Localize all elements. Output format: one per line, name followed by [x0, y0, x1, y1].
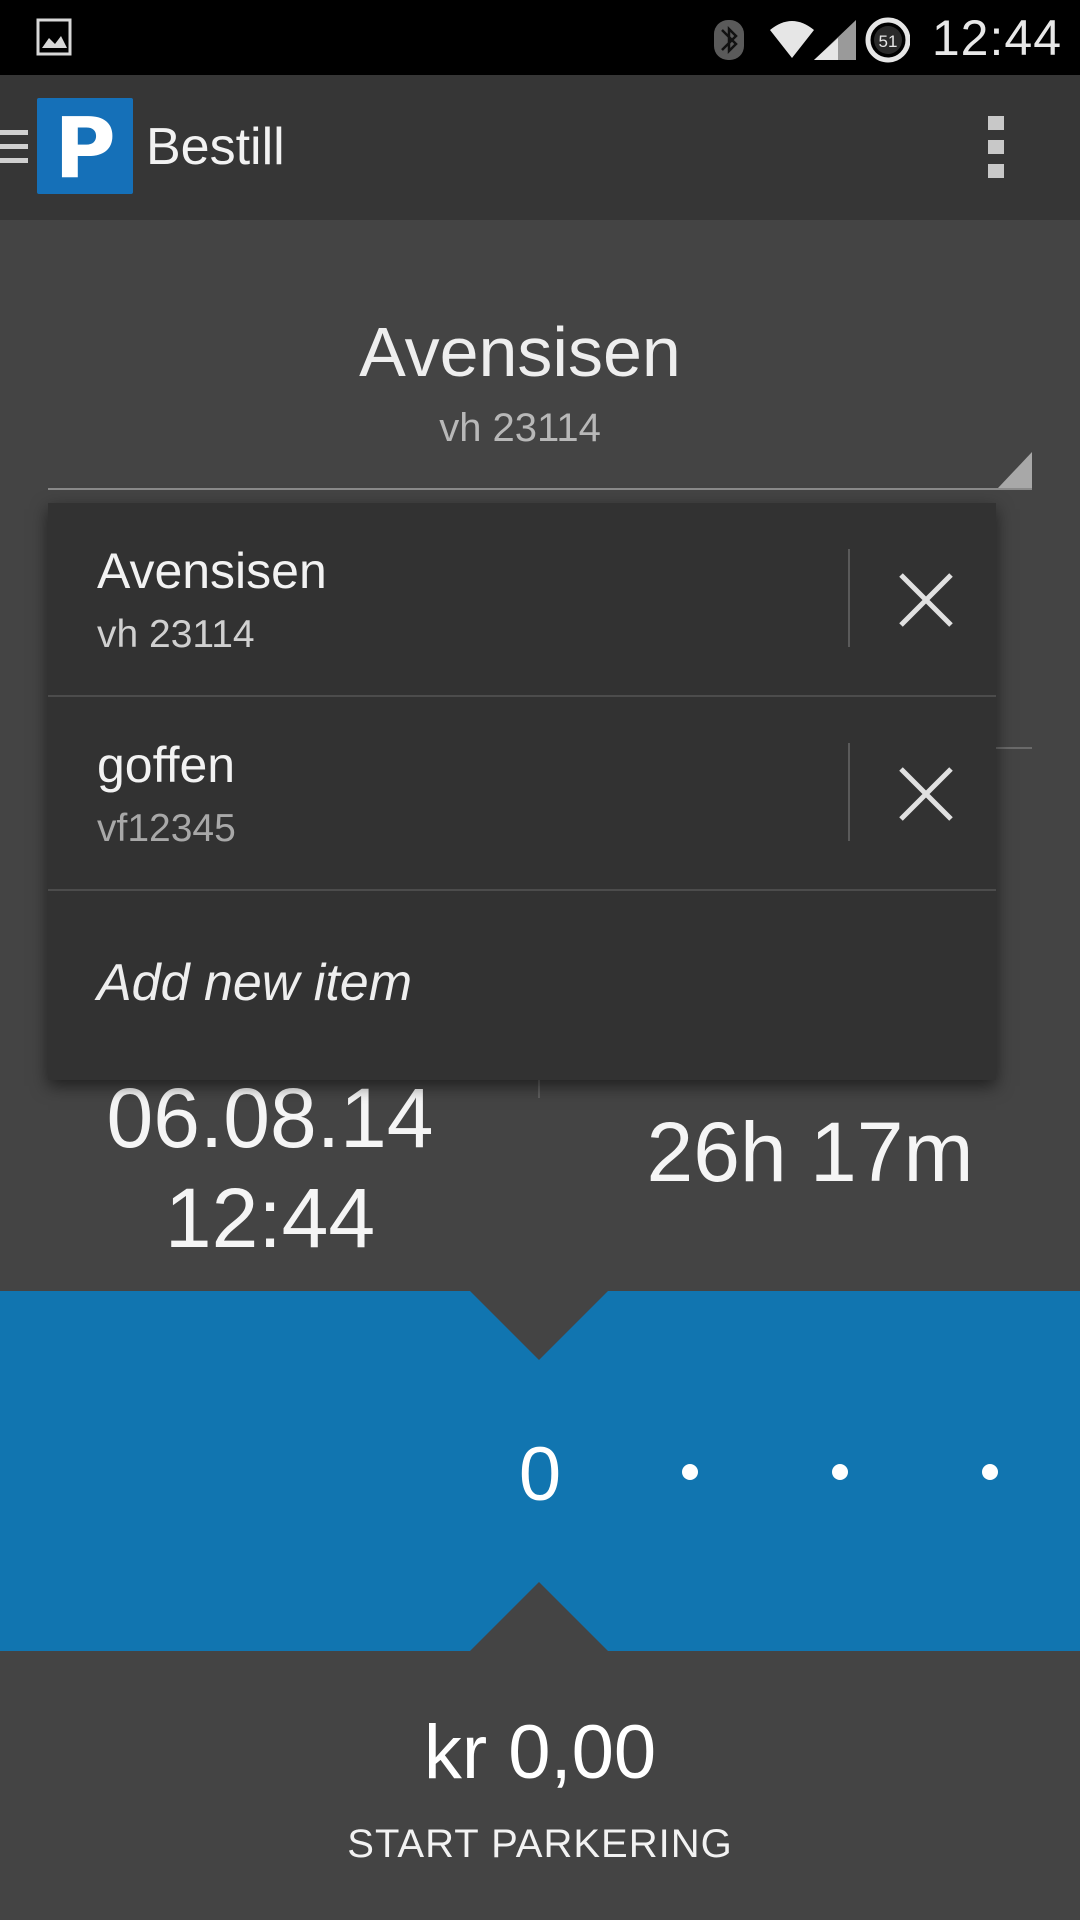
selector-value: 0: [518, 1432, 562, 1517]
image-notification-icon: [36, 18, 72, 56]
selector-dot: [682, 1464, 698, 1480]
vehicle-dropdown: Avensisen vh 23114 goffen vf12345 Add ne…: [48, 503, 996, 1080]
vehicle-spinner-plate[interactable]: vh 23114: [0, 405, 1040, 451]
vehicle-item-name: goffen: [97, 737, 236, 793]
bluetooth-icon: [714, 20, 744, 60]
delete-vehicle-icon[interactable]: [895, 763, 957, 825]
overflow-menu-icon[interactable]: [988, 116, 1004, 178]
selector-dot: [982, 1464, 998, 1480]
start-date: 06.08.14: [106, 1071, 434, 1165]
vehicle-item-goffen[interactable]: goffen vf12345: [48, 697, 996, 891]
status-time: 12:44: [931, 10, 1062, 66]
vehicle-spinner-name[interactable]: Avensisen: [0, 312, 1040, 392]
column-divider: [538, 1080, 540, 1098]
parking-duration: 26h 17m: [646, 1105, 974, 1199]
battery-icon: 51: [865, 17, 910, 63]
start-time: 12:44: [164, 1171, 376, 1265]
vehicle-item-avensisen[interactable]: Avensisen vh 23114: [48, 503, 996, 697]
spinner-arrow-icon[interactable]: [998, 452, 1032, 488]
vehicle-item-name: Avensisen: [97, 543, 327, 599]
price-label: kr 0,00: [423, 1710, 657, 1795]
vehicle-item-plate: vh 23114: [97, 613, 255, 656]
status-icons: 51: [710, 8, 910, 68]
app-logo[interactable]: P: [37, 98, 133, 197]
signal-icon: [814, 20, 856, 60]
nav-drawer-icon[interactable]: [0, 126, 30, 168]
start-parking-button[interactable]: START PARKERING: [300, 1814, 780, 1874]
add-new-item-label: Add new item: [97, 954, 413, 1012]
vehicle-item-plate: vf12345: [97, 807, 236, 850]
selector-dot: [832, 1464, 848, 1480]
delete-vehicle-icon[interactable]: [895, 569, 957, 631]
item-separator: [848, 549, 850, 647]
divider: [996, 747, 1032, 749]
wifi-icon: [770, 21, 814, 58]
spinner-underline: [48, 488, 1032, 490]
app-logo-letter: P: [54, 99, 116, 197]
status-bar: [0, 0, 1080, 75]
page-title: Bestill: [146, 118, 285, 176]
item-separator: [848, 743, 850, 841]
battery-level: 51: [879, 32, 898, 51]
add-new-item[interactable]: Add new item: [48, 891, 996, 1080]
